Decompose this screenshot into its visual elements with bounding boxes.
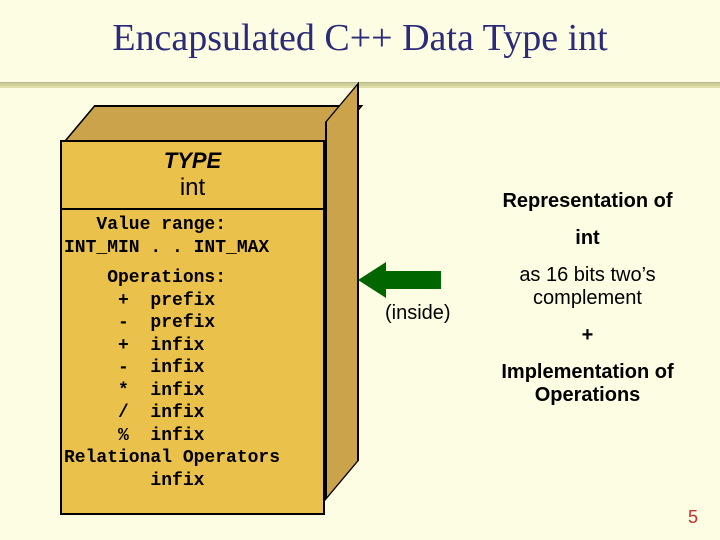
implementation-heading: Implementation of Operations xyxy=(475,361,700,407)
inside-label: (inside) xyxy=(385,302,451,325)
value-range-block: Value range: INT_MIN . . INT_MAX xyxy=(62,210,323,263)
page-number: 5 xyxy=(688,507,698,528)
inside-arrow xyxy=(358,262,441,298)
type-box-header: TYPE int xyxy=(62,142,323,206)
operations-block: Operations: + prefix - prefix + infix - … xyxy=(62,263,323,496)
box-top-face xyxy=(62,105,364,144)
representation-heading: Representation of xyxy=(475,190,700,213)
slide-title: Encapsulated C++ Data Type int xyxy=(0,16,720,60)
type-name: int xyxy=(62,174,323,202)
representation-int: int xyxy=(475,227,700,250)
arrow-head-icon xyxy=(358,262,386,298)
type-box: TYPE int Value range: INT_MIN . . INT_MA… xyxy=(60,140,325,515)
type-keyword: TYPE xyxy=(62,148,323,174)
box-side-face xyxy=(325,81,359,501)
slide: Encapsulated C++ Data Type int TYPE int … xyxy=(0,0,720,540)
arrow-shaft xyxy=(386,271,441,289)
right-column: Representation of int as 16 bits two’s c… xyxy=(475,190,700,407)
representation-detail: as 16 bits two’s complement xyxy=(475,264,700,310)
title-underline xyxy=(0,82,720,88)
plus-symbol: + xyxy=(475,324,700,347)
